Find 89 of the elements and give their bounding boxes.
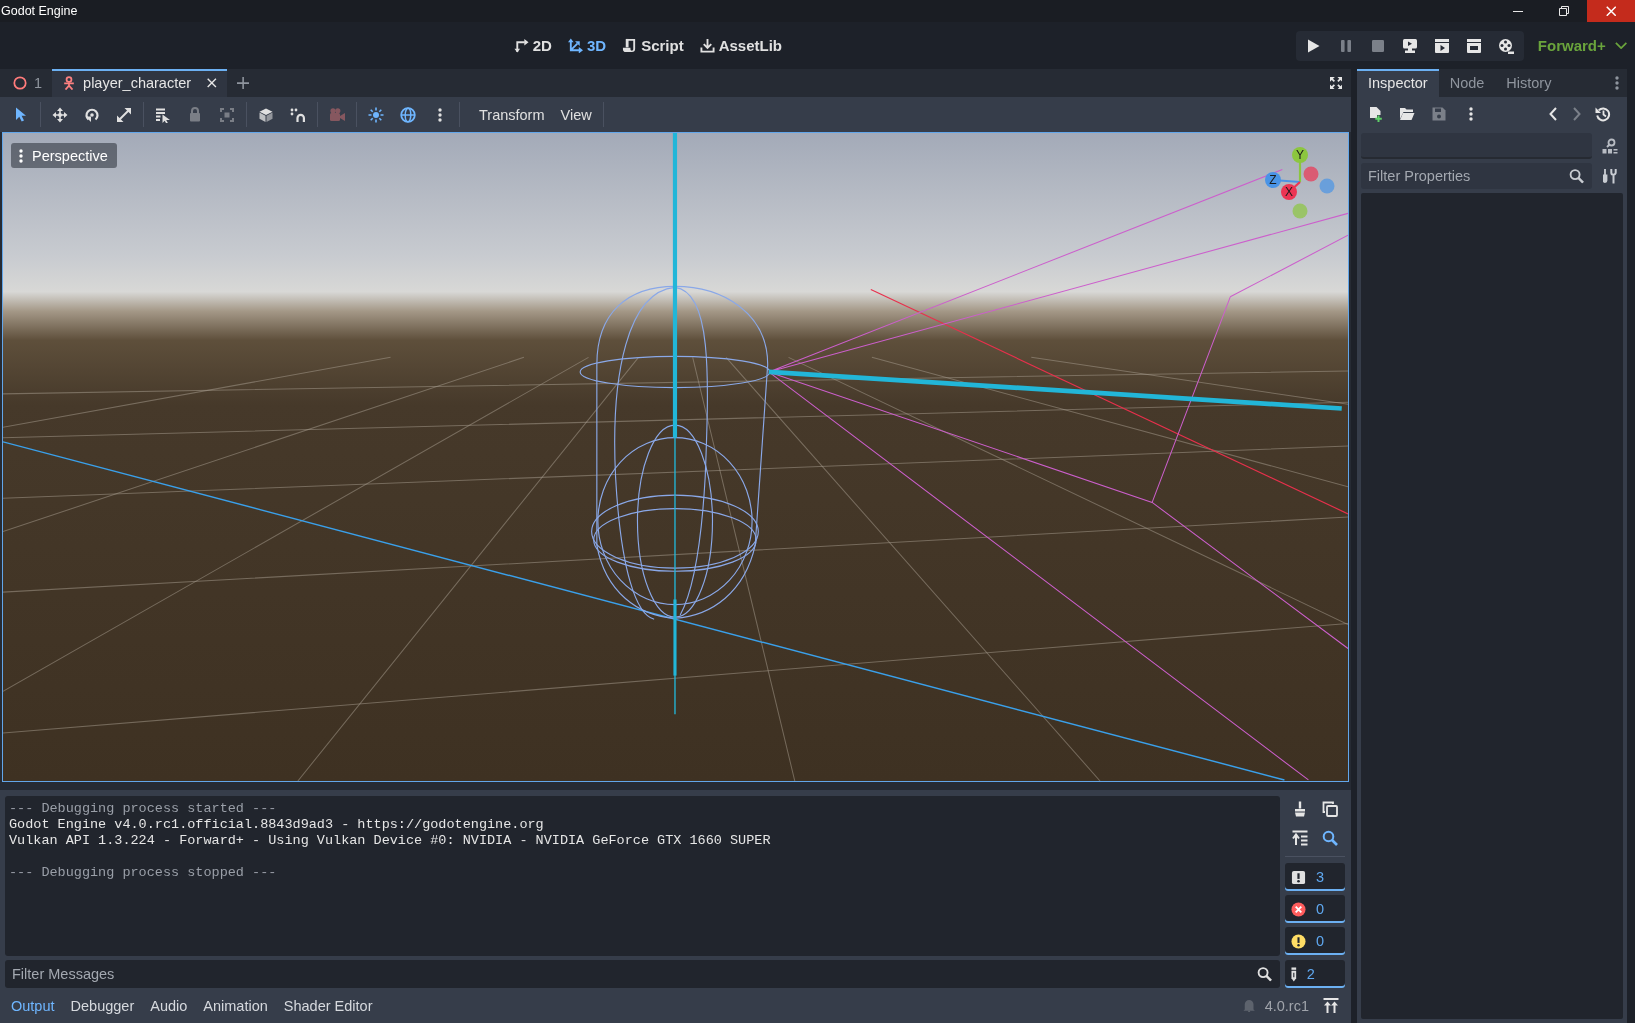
play-icon[interactable]	[1307, 38, 1321, 53]
plus-icon[interactable]	[236, 76, 249, 90]
sun-icon[interactable]	[368, 106, 384, 123]
log-line: --- Debugging process started ---	[9, 801, 278, 817]
scene-tab[interactable]: player_character	[52, 69, 227, 97]
editor-filter-button[interactable]: 2	[1285, 960, 1345, 988]
rotate-icon[interactable]	[84, 106, 100, 123]
monitor-icon[interactable]	[1401, 37, 1418, 54]
magnet-icon[interactable]	[290, 107, 306, 122]
warning-icon	[1291, 933, 1306, 949]
cube-icon[interactable]	[259, 107, 273, 122]
dock-tab[interactable]: Node	[1438, 69, 1496, 97]
object-path-field[interactable]	[1361, 133, 1592, 159]
workspace-tab[interactable]: Script	[622, 37, 684, 54]
expand-icon[interactable]	[1323, 998, 1339, 1013]
axes-icon	[567, 38, 583, 53]
axis-label: Z	[1269, 173, 1277, 188]
menu-button[interactable]: Transform	[471, 100, 553, 129]
axis-handle[interactable]	[1281, 184, 1297, 200]
window-title: Godot Engine	[0, 4, 78, 18]
panel-tab[interactable]: Audio	[142, 991, 196, 1020]
pencil-icon	[1291, 966, 1297, 982]
workspace-tab[interactable]: 3D	[567, 37, 607, 54]
exclamation-icon	[1291, 869, 1306, 885]
close-button[interactable]	[1587, 0, 1635, 22]
chevron-down-icon	[1614, 42, 1627, 49]
workspace-tab[interactable]: AssetLib	[699, 37, 783, 54]
dock-tab[interactable]: History	[1495, 69, 1563, 97]
film-reel-icon[interactable]	[1497, 37, 1514, 54]
more-icon[interactable]	[1615, 76, 1619, 90]
fullscreen-icon[interactable]	[1329, 76, 1342, 90]
axis-handle[interactable]	[1292, 147, 1308, 163]
more-icon[interactable]	[438, 107, 442, 122]
axis-label: Y	[1296, 148, 1304, 163]
menu-dots-icon	[19, 148, 23, 163]
more-icon[interactable]	[1469, 107, 1473, 121]
panel-tab[interactable]: Output	[3, 991, 63, 1020]
globe-icon[interactable]	[400, 106, 416, 123]
scroll-icon	[622, 38, 638, 53]
axes-icon	[513, 38, 529, 53]
view-menu-button[interactable]: Perspective	[11, 143, 117, 168]
axis-handle[interactable]	[1265, 172, 1281, 188]
download-icon	[699, 38, 715, 53]
axis-handle[interactable]	[1292, 203, 1308, 219]
clapperboard-play-icon[interactable]	[1433, 37, 1450, 54]
collapse-icon[interactable]	[1292, 830, 1308, 846]
filter-properties-field[interactable]: Filter Properties	[1361, 163, 1592, 189]
new-file-icon[interactable]	[1368, 106, 1382, 122]
move-icon[interactable]	[52, 106, 68, 123]
axis-handle[interactable]	[1319, 178, 1335, 194]
broom-icon[interactable]	[1294, 801, 1306, 817]
panel-tab[interactable]: Shader Editor	[275, 991, 381, 1020]
restore-icon[interactable]	[1559, 6, 1569, 16]
errors-filter-button[interactable]: 0	[1285, 895, 1345, 923]
panel-tab[interactable]: Debugger	[62, 991, 143, 1020]
cursor-icon[interactable]	[15, 107, 27, 122]
scene-tab[interactable]: 1	[3, 69, 53, 97]
clapperboard-icon[interactable]	[1465, 37, 1482, 54]
copy-icon[interactable]	[1322, 801, 1338, 817]
log-line: Godot Engine v4.0.rc1.official.8843d9ad3 - https://godotengine.org	[9, 817, 545, 833]
history-icon[interactable]	[1595, 106, 1611, 122]
menu-button[interactable]: View	[552, 100, 600, 129]
search-icon[interactable]	[1257, 966, 1272, 982]
warnings-filter-button[interactable]: 0	[1285, 927, 1345, 955]
dock-tab[interactable]: Inspector	[1357, 69, 1439, 97]
search-icon[interactable]	[1322, 830, 1338, 846]
panel-tab[interactable]: Animation	[195, 991, 276, 1020]
renderer-dropdown[interactable]: Forward+	[1537, 37, 1627, 54]
close-icon	[1605, 5, 1617, 17]
close-icon[interactable]	[207, 78, 217, 88]
character-icon	[62, 76, 77, 90]
log-line: --- Debugging process stopped ---	[9, 865, 278, 881]
version-label: 4.0.rc1	[1264, 997, 1309, 1014]
tools-icon[interactable]	[1602, 168, 1617, 184]
chevron-left-icon[interactable]	[1549, 107, 1557, 121]
minimize-icon[interactable]	[1513, 10, 1523, 12]
axis-label: X	[1285, 185, 1293, 200]
doc-search-icon[interactable]	[1601, 138, 1618, 154]
workspace-tab[interactable]: 2D	[513, 37, 552, 54]
log-line: Vulkan API 1.3.224 - Forward+ - Using Vulkan Device #0: NVIDIA - NVIDIA GeForce GTX 1660 SUPER	[9, 833, 772, 849]
list-cursor-icon[interactable]	[155, 106, 171, 123]
ring-icon	[13, 76, 27, 90]
search-icon[interactable]	[1569, 168, 1584, 184]
messages-filter-button[interactable]: 3	[1285, 863, 1345, 891]
error-icon	[1291, 901, 1306, 917]
scale-icon[interactable]	[117, 107, 131, 122]
axis-handle[interactable]	[1303, 166, 1319, 182]
folder-icon[interactable]	[1399, 107, 1415, 121]
filter-messages-field[interactable]: Filter Messages	[5, 960, 1280, 988]
